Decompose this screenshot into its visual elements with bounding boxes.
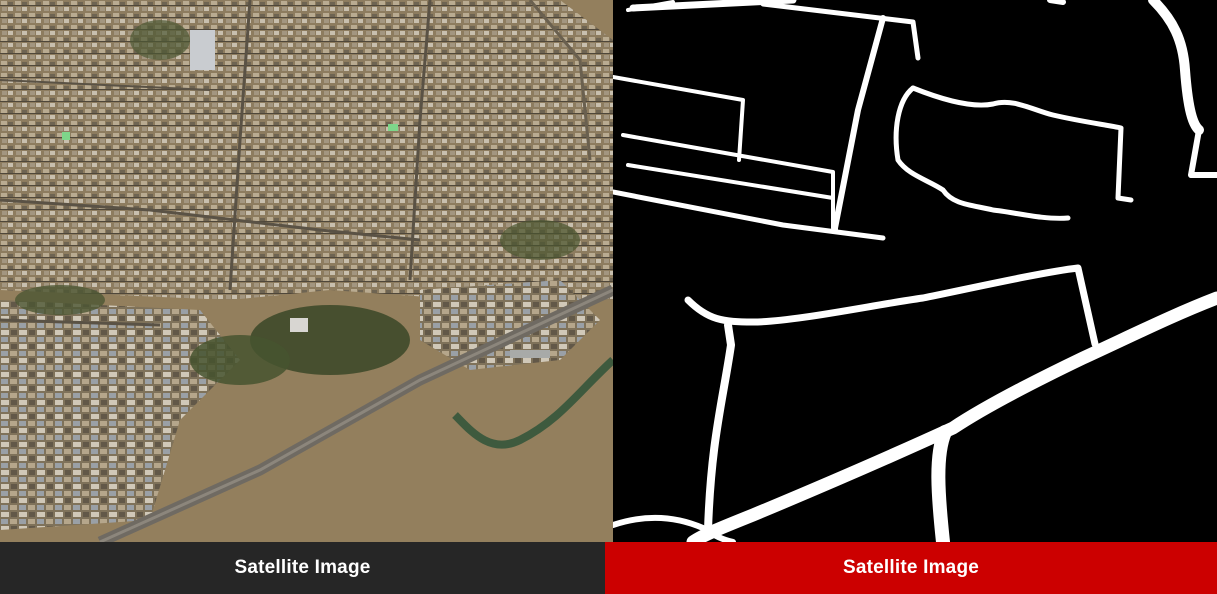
satellite-image-caption: Satellite Image [0,542,605,594]
satellite-image [0,0,613,542]
road-mask-image [613,0,1217,542]
comparison-view: Satellite Image Satellite Image [0,0,1217,594]
mask-image-caption: Satellite Image [605,542,1217,594]
